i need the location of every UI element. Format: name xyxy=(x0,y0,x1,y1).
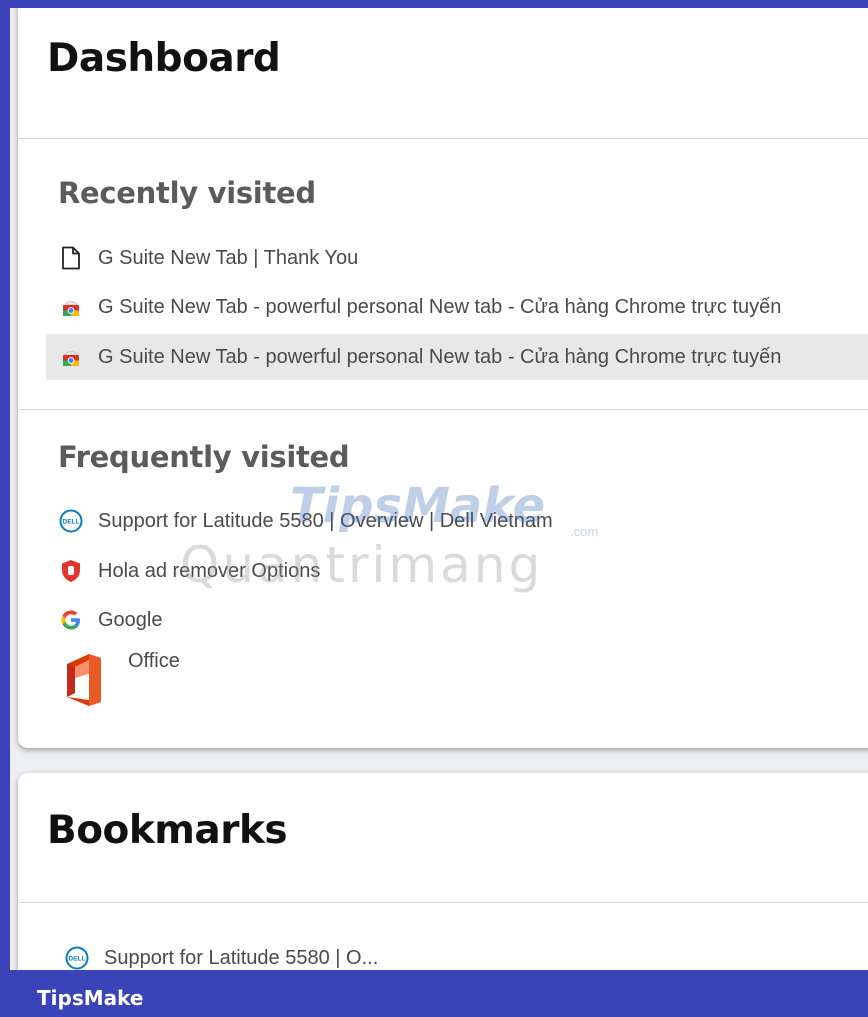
frequent-item-label: Office xyxy=(128,650,180,672)
recent-item[interactable]: G Suite New Tab - powerful personal New … xyxy=(46,284,868,330)
recent-item-selected[interactable]: G Suite New Tab - powerful personal New … xyxy=(46,334,868,380)
frequent-item[interactable]: Google xyxy=(46,597,868,643)
recent-item[interactable]: G Suite New Tab | Thank You xyxy=(46,235,868,281)
dashboard-title: Dashboard xyxy=(47,36,281,81)
dell-icon: DELL xyxy=(58,508,84,534)
recent-item-label: G Suite New Tab | Thank You xyxy=(98,246,359,269)
frequent-item[interactable]: Hola ad remover Options xyxy=(46,548,868,594)
page-icon xyxy=(58,245,84,271)
svg-text:DELL: DELL xyxy=(63,519,80,526)
frequent-item[interactable]: Office xyxy=(46,648,868,718)
recently-visited-heading: Recently visited xyxy=(58,176,316,210)
divider xyxy=(18,138,868,139)
office-icon xyxy=(58,648,108,712)
google-icon xyxy=(58,607,84,633)
bookmark-item[interactable]: DELL Support for Latitude 5580 | O... xyxy=(52,935,868,970)
hola-shield-icon xyxy=(58,558,84,584)
frequent-item-label: Google xyxy=(98,608,163,631)
recent-item-label: G Suite New Tab - powerful personal New … xyxy=(98,345,782,368)
frequent-item-label: Hola ad remover Options xyxy=(98,559,321,582)
footer-brand: TipsMake xyxy=(37,986,144,1010)
chrome-web-store-icon xyxy=(58,294,84,320)
dashboard-card: Dashboard Recently visited G Suite New T… xyxy=(18,8,868,748)
frequent-item[interactable]: DELL Support for Latitude 5580 | Overvie… xyxy=(46,498,868,544)
bookmarks-card: Bookmarks DELL Support for Latitude 5580… xyxy=(18,773,868,970)
frequent-item-label: Support for Latitude 5580 | Overview | D… xyxy=(98,509,553,532)
recent-item-label: G Suite New Tab - powerful personal New … xyxy=(98,295,782,318)
footer-bar: TipsMake xyxy=(0,970,868,1017)
divider xyxy=(18,409,868,410)
bookmarks-title: Bookmarks xyxy=(47,808,288,853)
dell-icon: DELL xyxy=(64,945,90,970)
divider xyxy=(18,902,868,903)
app-frame: Dashboard Recently visited G Suite New T… xyxy=(10,8,868,970)
svg-text:DELL: DELL xyxy=(69,956,86,963)
frequently-visited-heading: Frequently visited xyxy=(58,440,350,474)
chrome-web-store-icon xyxy=(58,344,84,370)
bookmark-item-label: Support for Latitude 5580 | O... xyxy=(104,946,379,969)
